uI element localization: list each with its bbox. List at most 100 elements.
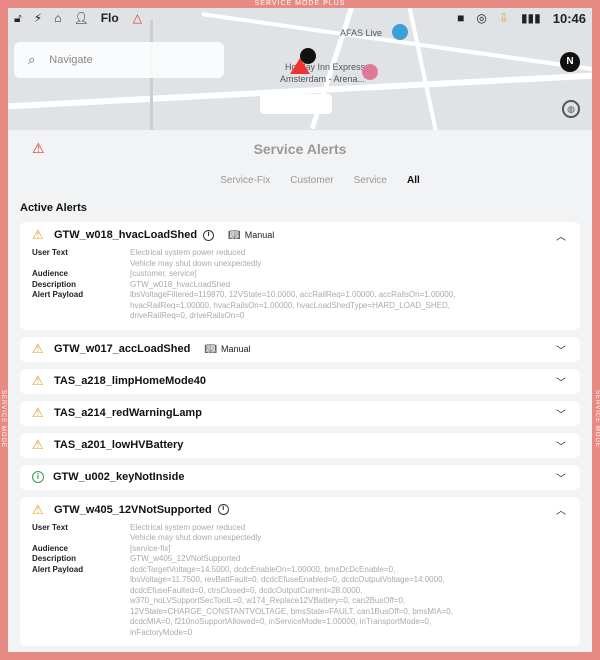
- shopping-pin-icon[interactable]: [362, 64, 378, 80]
- alert-name: TAS_a214_redWarningLamp: [54, 407, 202, 419]
- tab-service[interactable]: Service: [354, 175, 387, 186]
- globe-icon[interactable]: ◍: [562, 100, 580, 118]
- book-icon: 📖︎: [228, 229, 241, 241]
- detail-row: Description GTW_w405_12VNotSupported: [32, 554, 566, 565]
- section-title: Active Alerts: [20, 202, 87, 214]
- service-mode-label: SERVICE MODE PLUS: [254, 0, 346, 7]
- warning-triangle-icon: ⚠︎: [32, 501, 44, 517]
- filter-tabs: Service-Fix Customer Service All: [8, 168, 592, 192]
- description-value: GTW_w018_hvacLoadShed: [130, 279, 231, 289]
- alert-triangle-icon: ⚠︎: [32, 140, 45, 156]
- warning-triangle-icon: ⚠︎: [32, 373, 44, 388]
- payload-line: w370_noLVSupportSecToolL=0, w174_Replace…: [130, 596, 406, 605]
- alert-card[interactable]: ⚠︎ TAS_a218_limpHomeMode40 ﹀: [20, 368, 580, 394]
- download-icon[interactable]: ⇩: [499, 11, 509, 25]
- audience-value: [service-fix]: [130, 543, 171, 553]
- detail-row: Alert Payload dcdcTargetVoltage=14.5000,…: [32, 565, 566, 639]
- book-icon: 📖︎: [204, 343, 218, 355]
- alert-header[interactable]: ⚠︎ TAS_a214_redWarningLamp ﹀: [32, 401, 566, 426]
- user-text-line: Electrical system power reduced: [130, 522, 246, 532]
- record-icon[interactable]: ◎: [476, 11, 486, 25]
- alert-header[interactable]: ⚠︎ GTW_w017_accLoadShed 📖︎ Manual ﹀: [32, 337, 566, 362]
- alert-list: ⚠︎ GTW_w018_hvacLoadShed i 📖︎ Manual ︿ U…: [8, 222, 592, 646]
- warning-triangle-icon: ⚠︎: [32, 405, 44, 420]
- alert-name: GTW_w405_12VNotSupported: [54, 503, 212, 516]
- warning-triangle-icon: ⚠︎: [32, 341, 44, 356]
- field-value: Electrical system power reduced Vehicle …: [130, 523, 261, 544]
- map-info-chip[interactable]: [260, 94, 332, 114]
- car-position-icon: [290, 58, 310, 74]
- navigate-search[interactable]: ⌕ Navigate: [14, 42, 224, 78]
- warning-triangle-icon: ⚠︎: [32, 227, 44, 242]
- alert-header[interactable]: ⚠︎ GTW_w018_hvacLoadShed i 📖︎ Manual ︿: [32, 222, 566, 248]
- status-bar: 🔓︎ ⚡︎ ⌂ 👤︎ Flo △ ■ ◎ ⇩ ▮▮▮ 10:46: [8, 8, 592, 28]
- alert-header[interactable]: i GTW_u002_keyNotInside ﹀: [32, 465, 566, 490]
- alert-header[interactable]: ⚠︎ TAS_a218_limpHomeMode40 ﹀: [32, 369, 566, 394]
- map-view[interactable]: AFAS Live Holiday Inn Express Amsterdam …: [0, 0, 600, 132]
- alert-card[interactable]: i GTW_u002_keyNotInside ﹀: [20, 464, 580, 490]
- user-text-line: Vehicle may shut down unexpectedly: [130, 258, 262, 268]
- alert-card[interactable]: ⚠︎ GTW_w017_accLoadShed 📖︎ Manual ﹀: [20, 336, 580, 362]
- detail-row: Audience [customer, service]: [32, 269, 566, 280]
- manual-label: Manual: [221, 344, 251, 354]
- help-icon[interactable]: i: [217, 504, 229, 515]
- alert-header[interactable]: ⚠︎ GTW_w405_12VNotSupported i ︿: [32, 497, 566, 523]
- alert-card[interactable]: ⚠︎ TAS_a201_lowHVBattery ﹀: [20, 432, 580, 458]
- payload-line: driveRailReq=0, driveRailsOn=0: [130, 311, 245, 320]
- service-alerts-panel: ⚠︎ Service Alerts Service-Fix Customer S…: [8, 130, 592, 652]
- chevron-up-icon[interactable]: ︿: [556, 228, 566, 243]
- warning-icon[interactable]: △: [133, 11, 142, 25]
- warning-triangle-icon: ⚠︎: [32, 437, 44, 452]
- alert-card: ⚠︎ GTW_w405_12VNotSupported i ︿ User Tex…: [20, 496, 580, 647]
- service-mode-side-label-right: SERVICE MODE: [594, 390, 600, 448]
- lock-icon[interactable]: 🔓︎: [14, 11, 22, 26]
- manual-link[interactable]: 📖︎ Manual: [228, 230, 274, 241]
- field-value: lbsVoltageFiltered=11987​0, 12VState=10.…: [130, 290, 455, 322]
- payload-line: dcdcEfuseFaulted=0, ctrsClosed=0, dcdcOu…: [130, 585, 363, 595]
- chevron-down-icon[interactable]: ﹀: [556, 438, 566, 453]
- panel-header: ⚠︎ Service Alerts: [8, 130, 592, 168]
- panel-title: Service Alerts: [253, 141, 347, 157]
- detail-row: User Text Electrical system power reduce…: [32, 523, 566, 544]
- alert-name: GTW_u002_keyNotInside: [53, 471, 185, 483]
- clock: 10:46: [552, 10, 586, 26]
- tab-all[interactable]: All: [407, 175, 420, 186]
- detail-row: Alert Payload lbsVoltageFiltered=11987​0…: [32, 290, 566, 322]
- help-icon[interactable]: i: [203, 229, 215, 241]
- description-value: GTW_w405_12VNotSupported: [130, 554, 241, 563]
- dashcam-icon[interactable]: ■: [457, 11, 464, 25]
- chevron-down-icon[interactable]: ﹀: [556, 406, 566, 421]
- field-label: Description: [32, 554, 77, 563]
- audience-value: [customer, service]: [130, 269, 197, 278]
- chevron-down-icon[interactable]: ﹀: [556, 470, 566, 485]
- driver-name[interactable]: Flo: [101, 11, 119, 25]
- alert-card[interactable]: ⚠︎ TAS_a214_redWarningLamp ﹀: [20, 400, 580, 426]
- detail-row: Audience [service-fix]: [32, 544, 566, 555]
- info-circle-icon: i: [32, 471, 44, 483]
- tab-customer[interactable]: Customer: [290, 175, 333, 186]
- field-label: Alert Payload: [32, 290, 84, 299]
- alert-header[interactable]: ⚠︎ TAS_a201_lowHVBattery ﹀: [32, 433, 566, 458]
- chevron-down-icon[interactable]: ﹀: [556, 342, 566, 357]
- payload-line: hvacRailReq=1.00000, hvacRailsOn=1.00000…: [130, 300, 450, 310]
- manual-link[interactable]: 📖︎ Manual: [204, 344, 250, 355]
- home-icon[interactable]: ⌂: [54, 11, 61, 25]
- lightning-icon: ⚡︎: [33, 11, 43, 25]
- search-placeholder: Navigate: [49, 54, 93, 66]
- chevron-down-icon[interactable]: ﹀: [556, 374, 566, 389]
- alert-name: TAS_a201_lowHVBattery: [54, 439, 184, 451]
- chevron-up-icon[interactable]: ︿: [556, 502, 566, 517]
- manual-label: Manual: [244, 230, 275, 240]
- alert-details: User Text Electrical system power reduce…: [32, 523, 566, 647]
- tab-service-fix[interactable]: Service-Fix: [220, 175, 270, 186]
- map-label-arena: Amsterdam - Arena...: [280, 74, 366, 84]
- detail-row: User Text Electrical system power reduce…: [32, 248, 566, 269]
- payload-line: dcdcTargetVoltage=14.5000, dcdcEnableOn=…: [130, 564, 396, 574]
- field-label: Description: [32, 279, 77, 289]
- profile-icon[interactable]: 👤︎: [73, 11, 88, 25]
- payload-line: inFactoryMode=0: [130, 627, 193, 637]
- alert-details: User Text Electrical system power reduce…: [32, 248, 566, 330]
- payload-line: lbsVoltageFiltered=11987​0, 12VState=10.…: [130, 290, 456, 299]
- compass-icon[interactable]: N: [560, 52, 580, 72]
- alert-name: GTW_w018_hvacLoadShed: [54, 229, 198, 241]
